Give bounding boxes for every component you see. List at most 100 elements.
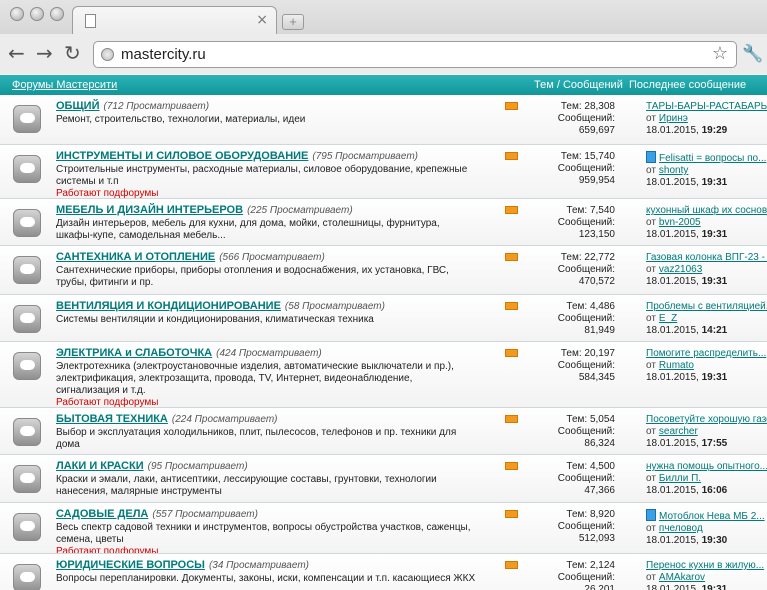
forum-title-link[interactable]: ОБЩИЙ <box>56 100 99 112</box>
forum-speech-bubble-icon <box>13 105 41 133</box>
topics-count: 5,054 <box>589 414 615 425</box>
last-post-author-link[interactable]: vaz21063 <box>659 264 702 275</box>
url-text[interactable]: mastercity.ru <box>121 46 206 63</box>
last-post-title-link[interactable]: ТАРЫ-БАРЫ-РАСТАБАРЫ <box>646 101 767 112</box>
forum-viewers: (34 Просматривает) <box>208 560 309 571</box>
forum-title-link[interactable]: ЛАКИ И КРАСКИ <box>56 460 144 472</box>
forum-info: МЕБЕЛЬ И ДИЗАЙН ИНТЕРЬЕРОВ (225 Просматри… <box>56 204 476 242</box>
last-post-time: 14:21 <box>701 325 728 336</box>
topics-label: Тем: <box>560 348 582 359</box>
last-post-title-link[interactable]: Посоветуйте хорошую газовую... <box>646 414 767 425</box>
forum-description: Дизайн интерьеров, мебель для кухни, для… <box>56 218 440 241</box>
rss-icon[interactable] <box>505 349 518 357</box>
last-post-author-link[interactable]: Билли П. <box>659 473 701 484</box>
last-post-author-link[interactable]: AMAkarov <box>659 572 705 583</box>
posts-label: Сообщений: <box>557 426 615 437</box>
subforums-note[interactable]: Работают подфорумы <box>56 397 476 407</box>
posts-count: 959,954 <box>578 175 615 186</box>
subforums-note[interactable]: Работают подфорумы <box>56 188 476 198</box>
tab-close-icon[interactable]: × <box>256 12 268 28</box>
last-post: Мотоблок Нева МБ 2... от пчеловод 18.01.201… <box>646 509 767 547</box>
forum-stats: Тем: 2,124 Сообщений: 26,201 <box>530 560 615 590</box>
back-arrow-icon[interactable]: ← <box>8 42 25 64</box>
last-post-author-link[interactable]: пчеловод <box>659 523 703 534</box>
rss-icon[interactable] <box>505 302 518 310</box>
last-post-title-link[interactable]: Мотоблок Нева МБ 2... <box>659 511 765 522</box>
rss-icon[interactable] <box>505 510 518 518</box>
forum-viewers: (424 Просматривает) <box>216 348 322 359</box>
rss-icon[interactable] <box>505 462 518 470</box>
new-tab-button[interactable]: + <box>282 14 304 30</box>
last-post-date: 18.01.2015, <box>646 325 699 336</box>
rss-icon[interactable] <box>505 102 518 110</box>
forum-viewers: (566 Просматривает) <box>219 252 325 263</box>
last-post: Посоветуйте хорошую газовую...отsearcher… <box>646 414 767 450</box>
last-post-title-link[interactable]: Газовая колонка ВПГ-23 - ... <box>646 252 767 263</box>
from-label: от <box>646 572 656 583</box>
forum-title-link[interactable]: БЫТОВАЯ ТЕХНИКА <box>56 413 168 425</box>
from-label: от <box>646 426 656 437</box>
last-post-author-link[interactable]: E_Z <box>659 313 677 324</box>
topics-count: 4,500 <box>589 461 615 472</box>
close-window-icon[interactable] <box>10 7 24 21</box>
forum-stats: Тем: 4,500 Сообщений: 47,366 <box>530 461 615 497</box>
rss-icon[interactable] <box>505 152 518 160</box>
from-label: от <box>646 360 656 371</box>
browser-tab[interactable]: × <box>72 6 277 34</box>
topics-count: 28,308 <box>584 101 615 112</box>
topics-label: Тем: <box>560 151 582 162</box>
last-post: Помогите распределить... от Rumato 18.01.20… <box>646 348 767 384</box>
forum-description: Весь спектр садовой техники и инструмент… <box>56 522 471 545</box>
forum-title-link[interactable]: ИНСТРУМЕНТЫ И СИЛОВОЕ ОБОРУДОВАНИЕ <box>56 150 308 162</box>
forward-arrow-icon[interactable]: → <box>36 42 53 64</box>
forum-viewers: (58 Просматривает) <box>284 301 385 312</box>
forum-row: МЕБЕЛЬ И ДИЗАЙН ИНТЕРЬЕРОВ (225 Просматри… <box>0 199 767 246</box>
last-post-title-link[interactable]: нужна помощь опытного... <box>646 461 767 472</box>
forum-description: Строительные инструменты, расходные мате… <box>56 164 468 187</box>
forum-title-link[interactable]: САНТЕХНИКА И ОТОПЛЕНИЕ <box>56 251 215 263</box>
forum-info: ЮРИДИЧЕСКИЕ ВОПРОСЫ (34 Просматривает) Воп… <box>56 559 476 585</box>
forum-title-link[interactable]: ЮРИДИЧЕСКИЕ ВОПРОСЫ <box>56 559 205 571</box>
posts-count: 659,697 <box>578 125 615 136</box>
from-label: от <box>646 313 656 324</box>
forum-title-link[interactable]: САДОВЫЕ ДЕЛА <box>56 508 148 520</box>
rss-icon[interactable] <box>505 206 518 214</box>
header-last-post-label: Последнее сообщение <box>629 79 747 91</box>
last-post-time: 19:29 <box>701 125 728 136</box>
posts-label: Сообщений: <box>557 217 615 228</box>
last-post-title-link[interactable]: кухонный шкаф их сосновой... <box>646 205 767 216</box>
last-post-title-link[interactable]: Felisatti = вопросы по... <box>659 153 766 164</box>
rss-icon[interactable] <box>505 253 518 261</box>
last-post-title-link[interactable]: Проблемы с вентиляцией... <box>646 301 767 312</box>
rss-icon[interactable] <box>505 561 518 569</box>
address-bar[interactable]: mastercity.ru ☆ <box>93 41 737 68</box>
forum-info: ИНСТРУМЕНТЫ И СИЛОВОЕ ОБОРУДОВАНИЕ (795 П… <box>56 150 476 198</box>
minimize-window-icon[interactable] <box>30 7 44 21</box>
last-post-title-link[interactable]: Помогите распределить... <box>646 348 766 359</box>
last-post: кухонный шкаф их сосновой...отbvn-200518… <box>646 205 767 241</box>
forum-header: Форумы Мастерсити Тем / Сообщений Послед… <box>0 75 767 95</box>
bookmark-star-icon[interactable]: ☆ <box>712 43 728 64</box>
last-post-time: 19:30 <box>701 535 728 546</box>
zoom-window-icon[interactable] <box>50 7 64 21</box>
last-post-time: 19:31 <box>701 276 728 287</box>
last-post-author-link[interactable]: searcher <box>659 426 698 437</box>
forum-viewers: (95 Просматривает) <box>147 461 248 472</box>
forum-title-link[interactable]: МЕБЕЛЬ И ДИЗАЙН ИНТЕРЬЕРОВ <box>56 204 243 216</box>
topics-label: Тем: <box>560 101 582 112</box>
forum-speech-bubble-icon <box>13 418 41 446</box>
last-post-author-link[interactable]: bvn-2005 <box>659 217 701 228</box>
forum-speech-bubble-icon <box>13 465 41 493</box>
subforums-note[interactable]: Работают подфорумы <box>56 546 476 553</box>
last-post-author-link[interactable]: shonty <box>659 165 688 176</box>
wrench-icon[interactable]: 🔧 <box>742 44 763 64</box>
last-post-author-link[interactable]: Rumato <box>659 360 694 371</box>
last-post-title-link[interactable]: Перенос кухни в жилую... <box>646 560 764 571</box>
reload-icon[interactable]: ↻ <box>64 42 81 64</box>
forum-title-link[interactable]: ЭЛЕКТРИКА и СЛАБОТОЧКА <box>56 347 212 359</box>
forum-title-link[interactable]: ВЕНТИЛЯЦИЯ И КОНДИЦИОНИРОВАНИЕ <box>56 300 281 312</box>
forum-home-link[interactable]: Форумы Мастерсити <box>12 75 117 95</box>
rss-icon[interactable] <box>505 415 518 423</box>
last-post-author-link[interactable]: Иринэ <box>659 113 688 124</box>
last-post-date: 18.01.2015, <box>646 372 699 383</box>
